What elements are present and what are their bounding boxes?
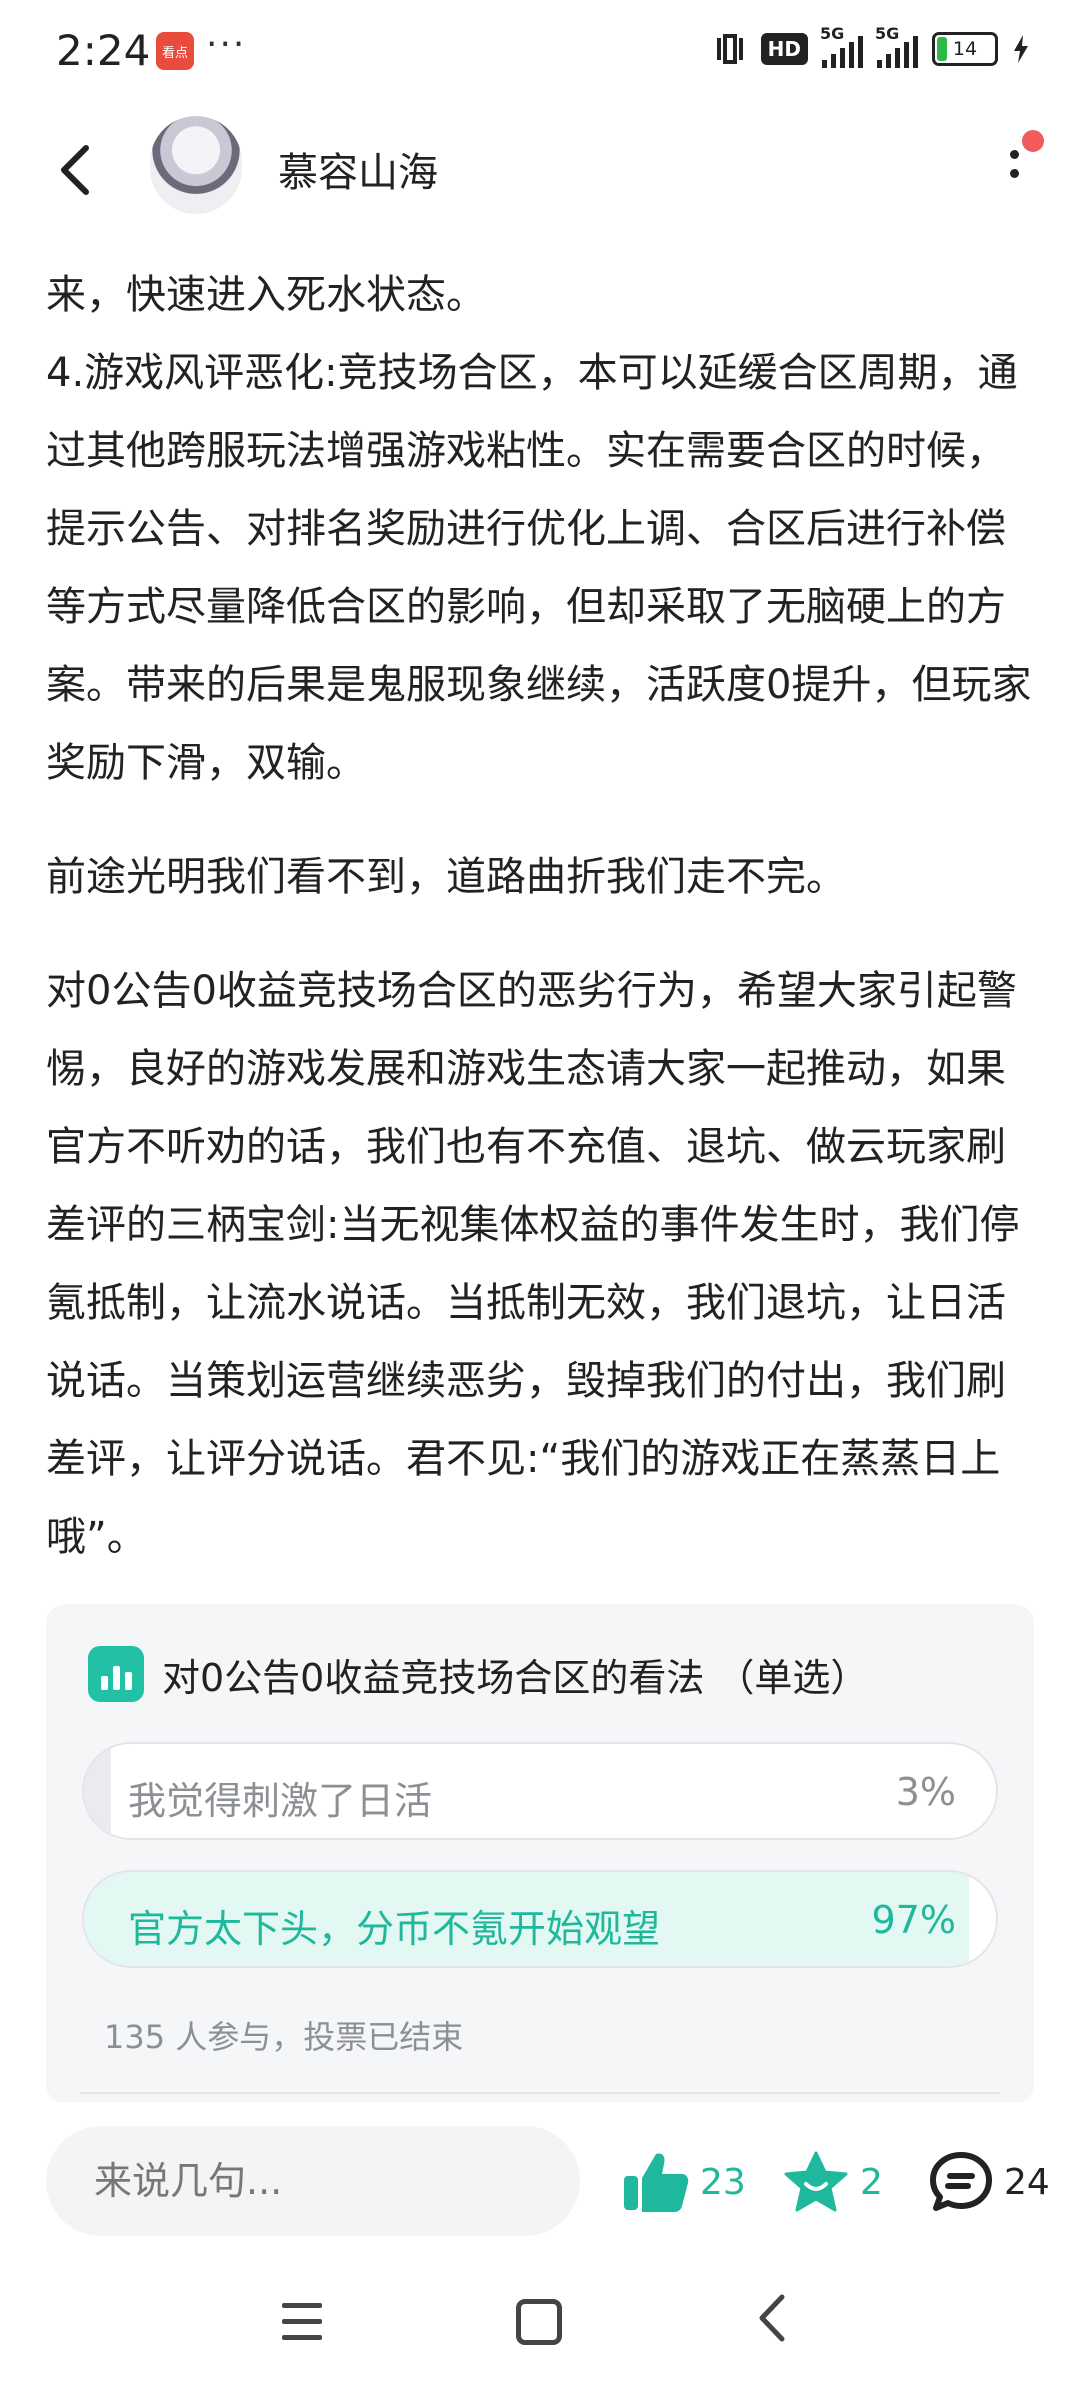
comment-button[interactable]: 24 bbox=[928, 2150, 1050, 2214]
back-arrow-icon bbox=[61, 145, 89, 195]
app-notification-icon: 看点 bbox=[156, 32, 194, 70]
notification-dot bbox=[1022, 130, 1044, 152]
star-badge-icon bbox=[784, 2151, 848, 2212]
bottom-action-bar: 23 2 24 bbox=[0, 2102, 1080, 2252]
author-avatar[interactable] bbox=[150, 116, 242, 214]
post-body: 来，快速进入死水状态。 4.游戏风评恶化:竞技场合区，本可以延缓合区周期，通过其… bbox=[46, 256, 1036, 1576]
thumbs-up-icon bbox=[624, 2153, 689, 2212]
paragraph: 来，快速进入死水状态。 bbox=[46, 272, 486, 318]
status-bar: 2:24 看点 ··· HD 5G 5G 14 bbox=[0, 0, 1080, 105]
battery-icon: 14 bbox=[932, 32, 998, 66]
status-time: 2:24 bbox=[56, 26, 151, 75]
poll-option-percent: 3% bbox=[895, 1770, 956, 1814]
vibrate-icon bbox=[716, 34, 743, 64]
nav-back-icon[interactable] bbox=[752, 2293, 792, 2343]
hd-icon: HD bbox=[760, 33, 808, 65]
charging-icon bbox=[1014, 35, 1028, 63]
favorite-button[interactable]: 2 bbox=[782, 2150, 883, 2214]
paragraph: 对0公告0收益竞技场合区的恶劣行为，希望大家引起警惕，良好的游戏发展和游戏生态请… bbox=[46, 968, 1020, 1560]
poll-card: 对0公告0收益竞技场合区的看法 （单选） 我觉得刺激了日活 3% 官方太下头，分… bbox=[46, 1604, 1034, 2104]
system-navigation-bar bbox=[0, 2253, 1080, 2401]
poll-option-percent: 97% bbox=[871, 1898, 956, 1942]
signal-icon-1: 5G bbox=[820, 24, 863, 68]
comment-bubble-icon bbox=[930, 2152, 992, 2211]
nav-menu-icon[interactable] bbox=[282, 2303, 322, 2351]
divider bbox=[80, 2092, 1000, 2094]
paragraph: 4.游戏风评恶化:竞技场合区，本可以延缓合区周期，通过其他跨服玩法增强游戏粘性。… bbox=[46, 350, 1032, 786]
poll-chart-icon bbox=[88, 1646, 144, 1702]
poll-title: 对0公告0收益竞技场合区的看法 （单选） bbox=[162, 1655, 869, 1700]
favorite-count: 2 bbox=[860, 2161, 883, 2203]
more-options-button[interactable] bbox=[1004, 146, 1024, 206]
poll-option-label: 我觉得刺激了日活 bbox=[128, 1779, 433, 1823]
poll-option[interactable]: 官方太下头，分币不氪开始观望 97% bbox=[82, 1870, 998, 1968]
like-button[interactable]: 23 bbox=[622, 2150, 746, 2214]
signal-icon-2: 5G bbox=[875, 24, 918, 68]
back-button[interactable] bbox=[52, 140, 102, 200]
poll-option-bar bbox=[84, 1744, 112, 1838]
paragraph: 前途光明我们看不到，道路曲折我们走不完。 bbox=[46, 854, 846, 900]
status-icons: HD 5G 5G 14 bbox=[713, 24, 1030, 68]
poll-status: 135 人参与，投票已结束 bbox=[104, 2018, 464, 2056]
author-name[interactable]: 慕容山海 bbox=[278, 140, 438, 198]
post-header: 慕容山海 bbox=[0, 110, 1080, 230]
poll-option[interactable]: 我觉得刺激了日活 3% bbox=[82, 1742, 998, 1840]
comment-input[interactable] bbox=[46, 2126, 580, 2236]
more-notifications-icon: ··· bbox=[206, 24, 247, 65]
poll-header: 对0公告0收益竞技场合区的看法 （单选） bbox=[88, 1646, 868, 1702]
more-vertical-icon bbox=[1004, 150, 1024, 178]
like-count: 23 bbox=[700, 2161, 746, 2203]
poll-option-label: 官方太下头，分币不氪开始观望 bbox=[128, 1907, 661, 1951]
comment-count: 24 bbox=[1004, 2161, 1050, 2203]
nav-home-icon[interactable] bbox=[516, 2299, 562, 2345]
